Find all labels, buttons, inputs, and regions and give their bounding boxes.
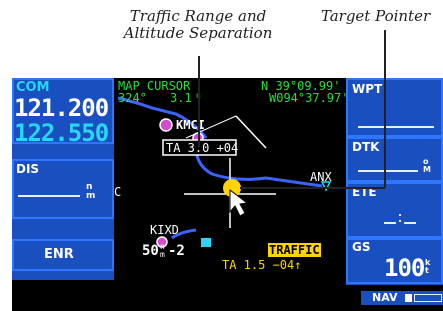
ete-colon-bottom bbox=[399, 220, 401, 222]
groundspeed-value: 100 bbox=[384, 254, 425, 282]
gps-display: COM 121.200 122.550 DIS n m ENR MAP CURS… bbox=[12, 78, 443, 311]
ete-dash-2 bbox=[404, 222, 416, 224]
flight-phase-mode: ENR bbox=[44, 247, 74, 262]
dtk-value-dashes bbox=[358, 170, 418, 172]
active-frequency[interactable]: 121.200 bbox=[14, 94, 109, 122]
vor-anx-label: ANX bbox=[310, 170, 332, 184]
cursor-distance: 3.1 bbox=[170, 91, 192, 105]
map-range-unit-2: m bbox=[160, 250, 165, 259]
wpt-value-dashes bbox=[358, 126, 434, 128]
traffic-annunciation: TRAFFIC bbox=[268, 243, 321, 257]
wpt-label: WPT bbox=[352, 82, 383, 96]
ete-colon-top bbox=[399, 214, 401, 216]
com-label: COM bbox=[16, 80, 50, 95]
nav-page-label[interactable]: NAV bbox=[372, 291, 398, 305]
dis-unit-2: m bbox=[86, 191, 96, 201]
traffic-status: TA 1.5 −04↑ bbox=[222, 258, 302, 272]
callout-range-line1: Traffic Range and bbox=[129, 7, 267, 25]
callout-range-leader bbox=[198, 56, 200, 147]
page-indicator-inactive bbox=[414, 294, 442, 302]
gs-unit-2: t bbox=[425, 266, 429, 275]
airport-kmci-icon bbox=[159, 118, 173, 132]
callout-target-pointer: Target Pointer bbox=[320, 7, 431, 25]
callout-range-line2: Altitude Separation bbox=[123, 24, 273, 42]
dis-value-dashes bbox=[18, 195, 80, 197]
gs-label: GS bbox=[352, 240, 371, 254]
callout-traffic-range: Traffic Range and Altitude Separation bbox=[113, 8, 283, 42]
map-small-box-icon bbox=[201, 238, 211, 247]
cursor-longitude: W094°37.97' bbox=[269, 91, 349, 105]
airport-kixd-label: KIXD bbox=[150, 223, 179, 237]
airport-kmci-label: KMCI bbox=[176, 118, 205, 132]
dis-label: DIS bbox=[16, 162, 40, 176]
callout-pointer-leader-v bbox=[384, 30, 386, 188]
cursor-bearing: 324° bbox=[118, 91, 147, 105]
standby-frequency[interactable]: 122.550 bbox=[14, 119, 109, 147]
dtk-unit-2: M bbox=[423, 165, 431, 174]
dtk-label: DTK bbox=[352, 140, 380, 154]
ete-dash-1 bbox=[384, 222, 396, 224]
map-zoom-marker: -2 bbox=[168, 243, 185, 259]
map-graphics bbox=[117, 96, 332, 248]
traffic-tag: TA 3.0 +04 bbox=[166, 141, 239, 155]
callout-pointer-leader-h bbox=[240, 187, 385, 189]
map-range-value: 50 bbox=[142, 243, 159, 259]
page-indicator-active bbox=[405, 294, 412, 302]
map-partial-label: C bbox=[114, 185, 122, 199]
runway-line bbox=[235, 115, 267, 149]
moving-map[interactable]: MAP CURSOR 324° 3.1 n N 39°09.99' W094°3… bbox=[114, 78, 349, 311]
